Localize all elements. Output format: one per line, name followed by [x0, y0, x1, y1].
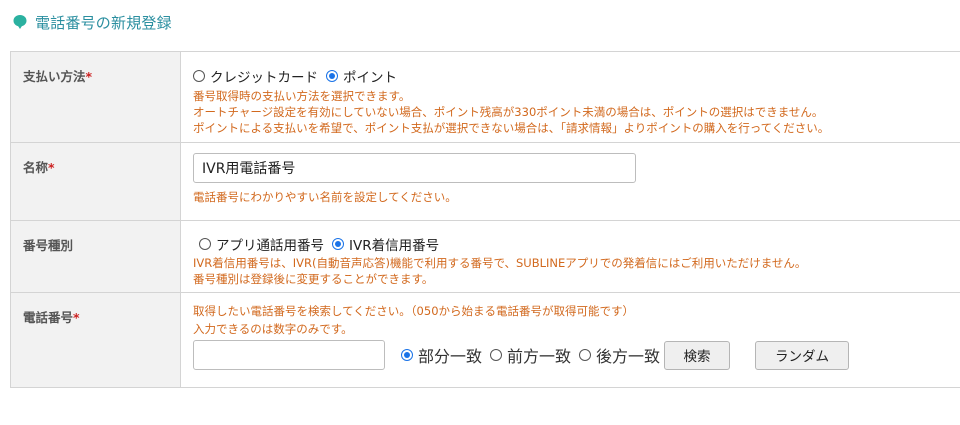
match-partial-label[interactable]: 部分一致	[418, 343, 482, 367]
name-label: 名称	[23, 160, 49, 175]
payment-point-radio[interactable]	[326, 70, 338, 82]
phone-value-cell: 取得したい電話番号を検索してください。（050から始まる電話番号が取得可能です）…	[180, 292, 960, 388]
payment-hint-1: 番号取得時の支払い方法を選択できます。	[193, 89, 411, 103]
phone-search-input[interactable]	[193, 340, 385, 370]
name-label-cell: 名称*	[10, 142, 181, 221]
payment-hint-2: オートチャージ設定を有効にしていない場合、ポイント残高が330ポイント未満の場合…	[193, 105, 824, 119]
number-type-app-label[interactable]: アプリ通話用番号	[216, 234, 324, 254]
phone-row: 電話番号* 取得したい電話番号を検索してください。（050から始まる電話番号が取…	[10, 292, 960, 388]
name-hint: 電話番号にわかりやすい名前を設定してください。	[193, 190, 457, 204]
phone-hint-1: 取得したい電話番号を検索してください。（050から始まる電話番号が取得可能です）	[193, 304, 635, 318]
speech-pin-icon	[12, 14, 28, 30]
match-suffix-radio[interactable]	[579, 349, 592, 361]
registration-form: 支払い方法* クレジットカード ポイント 番号取得時の支払い方法を選択できます。…	[10, 51, 960, 388]
search-button[interactable]: 検索	[664, 340, 731, 370]
payment-label: 支払い方法	[23, 69, 86, 84]
required-mark: *	[48, 160, 55, 175]
match-suffix-label[interactable]: 後方一致	[596, 343, 660, 367]
phone-label: 電話番号	[23, 310, 74, 325]
page-header: 電話番号の新規登録	[12, 11, 172, 33]
number-type-hint-1: IVR着信用番号は、IVR(自動音声応答)機能で利用する番号で、SUBLINEア…	[193, 256, 807, 270]
payment-options: クレジットカード ポイント	[193, 66, 960, 86]
phone-label-cell: 電話番号*	[10, 292, 181, 388]
number-type-label-cell: 番号種別	[10, 220, 181, 293]
payment-label-cell: 支払い方法*	[10, 51, 181, 143]
payment-value-cell: クレジットカード ポイント 番号取得時の支払い方法を選択できます。 オートチャー…	[180, 51, 960, 143]
number-type-label: 番号種別	[23, 238, 74, 253]
phone-hint-2: 入力できるのは数字のみです。	[193, 322, 353, 336]
number-type-app-radio[interactable]	[199, 238, 211, 250]
number-type-row: 番号種別 アプリ通話用番号 IVR着信用番号 IVR着信用番号は、IVR(自動音…	[10, 220, 960, 293]
number-type-hint-2: 番号種別は登録後に変更することができます。	[193, 272, 434, 286]
name-input[interactable]	[193, 153, 636, 183]
payment-hint-3: ポイントによる支払いを希望で、ポイント支払が選択できない場合は、「請求情報」より…	[193, 121, 830, 135]
match-partial-radio[interactable]	[401, 349, 413, 361]
payment-credit-radio[interactable]	[193, 70, 205, 82]
name-value-cell: 電話番号にわかりやすい名前を設定してください。	[180, 142, 960, 221]
number-type-value-cell: アプリ通話用番号 IVR着信用番号 IVR着信用番号は、IVR(自動音声応答)機…	[180, 220, 960, 293]
random-button[interactable]: ランダム	[755, 340, 850, 370]
match-prefix-label[interactable]: 前方一致	[507, 343, 571, 367]
required-mark: *	[85, 69, 93, 84]
number-type-options: アプリ通話用番号 IVR着信用番号	[193, 234, 960, 254]
payment-row: 支払い方法* クレジットカード ポイント 番号取得時の支払い方法を選択できます。…	[10, 51, 960, 143]
number-type-ivr-label[interactable]: IVR着信用番号	[349, 234, 439, 254]
payment-credit-label[interactable]: クレジットカード	[210, 66, 318, 86]
match-prefix-radio[interactable]	[490, 349, 503, 361]
name-row: 名称* 電話番号にわかりやすい名前を設定してください。	[10, 142, 960, 221]
required-mark: *	[73, 310, 80, 325]
payment-point-label[interactable]: ポイント	[343, 66, 397, 86]
phone-search-row: 部分一致 前方一致 後方一致 検索 ランダム	[193, 339, 960, 371]
page-title: 電話番号の新規登録	[35, 13, 172, 32]
number-type-ivr-radio[interactable]	[332, 238, 344, 250]
